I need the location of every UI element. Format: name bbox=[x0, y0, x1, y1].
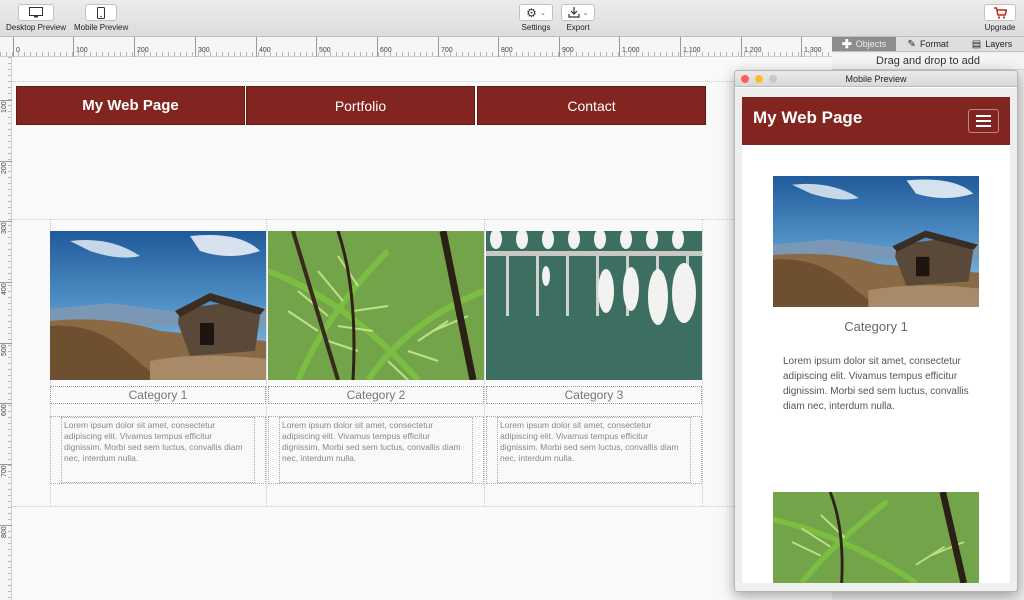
ruler-tick: 1,200 bbox=[741, 37, 762, 57]
ruler-tick: 200 bbox=[134, 37, 149, 57]
settings-label: Settings bbox=[521, 23, 551, 32]
tab-format-label: Format bbox=[919, 39, 949, 49]
ruler-tick: 300 bbox=[195, 37, 210, 57]
mobile-page[interactable]: My Web Page Category 1 Lorem ipsum dolor… bbox=[742, 97, 1010, 583]
mobile-preview-title: Mobile Preview bbox=[845, 74, 907, 84]
mobile-preview-body: My Web Page Category 1 Lorem ipsum dolor… bbox=[735, 88, 1017, 583]
mobile-preview-scrollbar[interactable] bbox=[735, 583, 1017, 591]
gear-icon: ⚙ ⌄ bbox=[519, 4, 553, 21]
category-2-label[interactable]: Category 2 bbox=[268, 386, 484, 404]
text-box-3[interactable]: Lorem ipsum dolor sit amet, consectetur … bbox=[497, 417, 691, 483]
tab-layers[interactable]: ▤ Layers bbox=[960, 37, 1024, 51]
mobile-preview-window: Mobile Preview My Web Page Category 1 Lo… bbox=[734, 70, 1018, 592]
phone-icon bbox=[85, 4, 118, 21]
mobile-preview-label: Mobile Preview bbox=[74, 23, 129, 32]
guide-line bbox=[12, 81, 832, 82]
ruler-tick: 1,100 bbox=[680, 37, 701, 57]
ruler-tick: 500 bbox=[316, 37, 331, 57]
tab-format[interactable]: ✎ Format bbox=[896, 37, 960, 51]
ruler-tick: 1,300 bbox=[801, 37, 822, 57]
ruler-tick: 400 bbox=[256, 37, 271, 57]
ruler-left: 100 200 300 400 500 600 700 800 bbox=[0, 57, 12, 600]
ruler-tick: 800 bbox=[0, 525, 12, 538]
ruler-top: 0 100 200 300 400 500 600 700 800 900 1,… bbox=[0, 37, 832, 57]
mobile-brand[interactable]: My Web Page bbox=[753, 108, 862, 128]
hamburger-menu-icon[interactable] bbox=[968, 109, 999, 133]
nav-contact[interactable]: Contact bbox=[478, 87, 705, 124]
export-label: Export bbox=[566, 23, 590, 32]
design-canvas[interactable]: My Web Page Portfolio Contact Category 1… bbox=[12, 57, 832, 600]
category-3-label[interactable]: Category 3 bbox=[486, 386, 702, 404]
ruler-tick: 800 bbox=[498, 37, 513, 57]
mobile-preview-titlebar[interactable]: Mobile Preview bbox=[735, 71, 1017, 87]
toolbar: Desktop Preview Mobile Preview ⚙ ⌄ Settin… bbox=[0, 0, 1024, 37]
ruler-tick: 400 bbox=[0, 282, 12, 295]
mobile-preview-button[interactable]: Mobile Preview bbox=[74, 4, 128, 32]
tab-layers-label: Layers bbox=[985, 39, 1013, 49]
ruler-tick: 300 bbox=[0, 221, 12, 234]
site-brand[interactable]: My Web Page bbox=[17, 87, 244, 124]
photo-mountain-hut[interactable] bbox=[50, 231, 266, 380]
mobile-photo-fern bbox=[773, 492, 979, 583]
tab-objects[interactable]: ✚ Objects bbox=[832, 37, 896, 51]
ruler-tick: 900 bbox=[559, 37, 574, 57]
guide-line bbox=[702, 219, 703, 506]
category-1-label[interactable]: Category 1 bbox=[50, 386, 266, 404]
ruler-tick: 600 bbox=[0, 403, 12, 416]
cart-icon bbox=[984, 4, 1016, 21]
text-box-1[interactable]: Lorem ipsum dolor sit amet, consectetur … bbox=[61, 417, 255, 483]
ruler-tick: 700 bbox=[438, 37, 453, 57]
ruler-tick: 200 bbox=[0, 161, 12, 174]
ruler-tick: 600 bbox=[377, 37, 392, 57]
desktop-preview-label: Desktop Preview bbox=[6, 23, 67, 32]
upgrade-button[interactable]: Upgrade bbox=[984, 4, 1016, 32]
format-icon: ✎ bbox=[907, 38, 916, 50]
photo-marina[interactable] bbox=[486, 231, 702, 380]
text-box-1-container: Lorem ipsum dolor sit amet, consectetur … bbox=[50, 416, 266, 484]
upgrade-label: Upgrade bbox=[984, 23, 1016, 32]
ruler-tick: 100 bbox=[0, 100, 12, 113]
guide-line bbox=[484, 219, 485, 506]
desktop-preview-button[interactable]: Desktop Preview bbox=[6, 4, 66, 32]
mobile-body-text: Lorem ipsum dolor sit amet, consectetur … bbox=[783, 356, 969, 412]
guide-line bbox=[12, 506, 832, 507]
maximize-window-button[interactable] bbox=[769, 75, 777, 83]
desktop-icon bbox=[18, 4, 55, 21]
mobile-category-label: Category 1 bbox=[844, 319, 908, 334]
mobile-photo-mountain-hut bbox=[773, 176, 979, 307]
mobile-header: My Web Page bbox=[742, 97, 1010, 145]
export-button[interactable]: ⌄ Export bbox=[561, 4, 595, 32]
plus-icon: ✚ bbox=[841, 37, 852, 51]
text-box-2-container: Lorem ipsum dolor sit amet, consectetur … bbox=[268, 416, 484, 484]
guide-line bbox=[12, 219, 832, 220]
minimize-window-button[interactable] bbox=[755, 75, 763, 83]
settings-button[interactable]: ⚙ ⌄ Settings bbox=[519, 4, 553, 32]
close-window-button[interactable] bbox=[741, 75, 749, 83]
tab-objects-label: Objects bbox=[855, 39, 887, 49]
text-box-3-container: Lorem ipsum dolor sit amet, consectetur … bbox=[486, 416, 702, 484]
export-icon: ⌄ bbox=[561, 4, 595, 21]
text-box-2[interactable]: Lorem ipsum dolor sit amet, consectetur … bbox=[279, 417, 473, 483]
panel-tabs: ✚ Objects ✎ Format ▤ Layers bbox=[832, 37, 1024, 52]
ruler-tick: 700 bbox=[0, 464, 12, 477]
drag-hint: Drag and drop to add bbox=[832, 53, 1024, 70]
ruler-tick: 100 bbox=[73, 37, 88, 57]
ruler-tick: 0 bbox=[13, 37, 20, 57]
ruler-tick: 1,000 bbox=[619, 37, 640, 57]
layers-icon: ▤ bbox=[971, 38, 982, 50]
photo-fern[interactable] bbox=[268, 231, 484, 380]
guide-line bbox=[266, 219, 267, 506]
ruler-tick: 500 bbox=[0, 343, 12, 356]
nav-portfolio[interactable]: Portfolio bbox=[247, 87, 474, 124]
